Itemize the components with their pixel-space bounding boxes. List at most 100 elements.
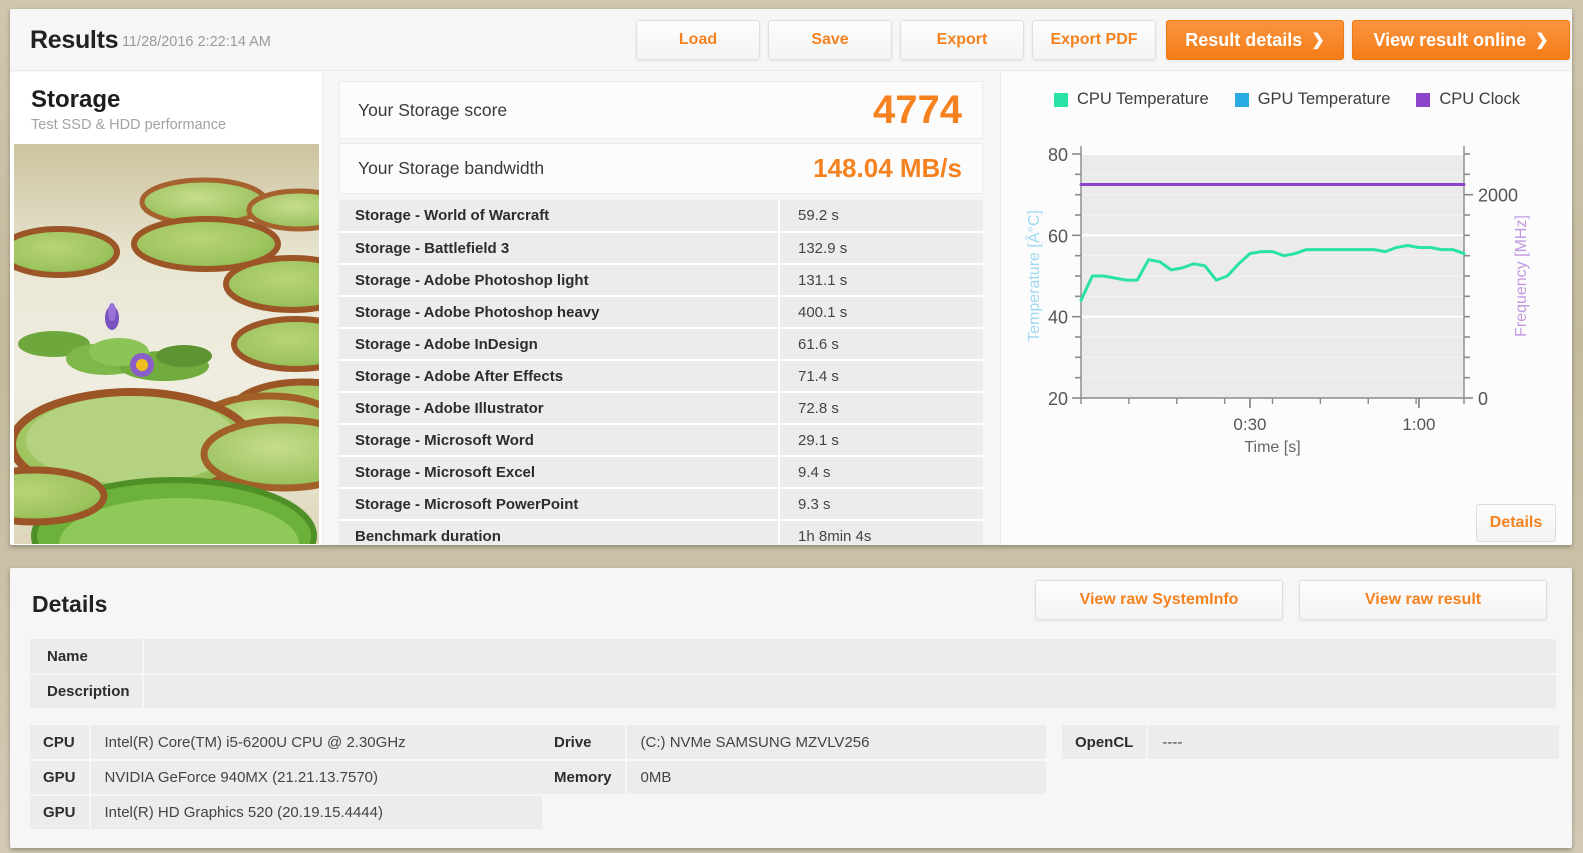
result-name-cell: Storage - Microsoft Word <box>339 424 779 457</box>
result-name-cell: Storage - World of Warcraft <box>339 200 779 233</box>
svg-text:1:00: 1:00 <box>1402 415 1435 434</box>
name-field[interactable] <box>142 639 1556 675</box>
system-key-cell: GPU <box>30 760 90 796</box>
view-result-online-button[interactable]: View result online ❯ <box>1352 20 1570 60</box>
load-button-label: Load <box>678 31 718 48</box>
export-button[interactable]: Export <box>900 20 1024 60</box>
legend-label: CPU Clock <box>1439 90 1521 108</box>
table-row: Name <box>30 639 1556 675</box>
svg-text:2000: 2000 <box>1478 186 1518 206</box>
system-value-cell: NVIDIA GeForce 940MX (21.21.13.7570) <box>88 760 542 796</box>
svg-text:0: 0 <box>1478 389 1488 409</box>
result-value-cell: 131.1 s <box>778 264 983 297</box>
results-timestamp: 11/28/2016 2:22:14 AM <box>122 34 271 50</box>
results-panel: Results 11/28/2016 2:22:14 AM Load Save … <box>10 9 1572 545</box>
result-value-cell: 59.2 s <box>778 200 983 233</box>
result-name-cell: Storage - Microsoft PowerPoint <box>339 488 779 521</box>
name-label: Name <box>30 639 143 675</box>
storage-score-value: 4774 <box>873 88 962 132</box>
system-key-cell: CPU <box>30 725 90 761</box>
details-title: Details <box>32 591 108 617</box>
legend-item[interactable]: CPU Clock <box>1416 90 1520 109</box>
table-row: Drive (C:) NVMe SAMSUNG MZVLV256 <box>541 725 1046 761</box>
table-row: OpenCL ---- <box>1062 725 1560 761</box>
export-button-label: Export <box>936 31 988 48</box>
system-key-cell: GPU <box>30 795 90 831</box>
system-key-cell: OpenCL <box>1062 725 1148 761</box>
save-button-label: Save <box>811 31 849 48</box>
chart-details-button-label: Details <box>1489 514 1543 531</box>
export-pdf-button[interactable]: Export PDF <box>1032 20 1156 60</box>
table-row: Storage - Battlefield 3 132.9 s <box>339 232 983 265</box>
system-value-cell: Intel(R) Core(TM) i5-6200U CPU @ 2.30GHz <box>88 725 542 761</box>
description-field[interactable] <box>142 674 1556 710</box>
page-title: Results <box>30 26 119 54</box>
svg-text:80: 80 <box>1048 145 1068 165</box>
load-button[interactable]: Load <box>636 20 760 60</box>
storage-bandwidth-row: Your Storage bandwidth 148.04 MB/s <box>339 143 983 194</box>
export-pdf-button-label: Export PDF <box>1050 31 1138 48</box>
table-row: GPU Intel(R) HD Graphics 520 (20.19.15.44… <box>30 795 542 831</box>
benchmark-thumbnail-image <box>14 144 319 544</box>
storage-score-row: Your Storage score 4774 <box>339 81 983 139</box>
monitoring-chart: 20 40 60 80 0 2000 0:30 1:00 Time [s] Temperature… <box>1024 145 1530 456</box>
table-row: CPU Intel(R) Core(TM) i5-6200U CPU @ 2.30… <box>30 725 542 761</box>
chevron-right-icon: ❯ <box>1535 32 1549 49</box>
svg-text:Temperature [Â°C]: Temperature [Â°C] <box>1024 210 1043 342</box>
result-value-cell: 1h 8min 4s <box>778 520 983 545</box>
result-name-cell: Storage - Microsoft Excel <box>339 456 779 489</box>
table-row: Storage - Microsoft Word 29.1 s <box>339 424 983 457</box>
chart-details-button[interactable]: Details <box>1476 504 1556 542</box>
storage-score-label: Your Storage score <box>358 99 508 120</box>
view-result-online-button-label: View result online <box>1373 29 1527 50</box>
benchmark-results-table: Storage - World of Warcraft 59.2 s Storage… <box>339 200 983 545</box>
table-row: Storage - Adobe Photoshop light 131.1 s <box>339 264 983 297</box>
svg-text:Time [s]: Time [s] <box>1244 439 1300 456</box>
table-row: Benchmark duration 1h 8min 4s <box>339 520 983 545</box>
monitoring-chart-panel: CPU Temperature GPU Temperature CPU Clock … <box>1000 72 1572 545</box>
table-row: Storage - Adobe InDesign 61.6 s <box>339 328 983 361</box>
view-raw-systeminfo-label: View raw SystemInfo <box>1079 591 1239 608</box>
results-header: Results 11/28/2016 2:22:14 AM Load Save … <box>10 9 1572 71</box>
result-value-cell: 9.3 s <box>778 488 983 521</box>
svg-text:40: 40 <box>1048 308 1068 328</box>
view-raw-result-label: View raw result <box>1364 591 1482 608</box>
legend-label: CPU Temperature <box>1076 90 1209 108</box>
result-value-cell: 72.8 s <box>778 392 983 425</box>
system-key-cell: Drive <box>541 725 626 761</box>
benchmark-name: Storage <box>31 86 121 113</box>
result-details-button-label: Result details <box>1185 29 1303 50</box>
system-value-cell: ---- <box>1146 725 1560 761</box>
legend-label: GPU Temperature <box>1257 90 1391 108</box>
result-value-cell: 61.6 s <box>778 328 983 361</box>
benchmark-subtitle: Test SSD & HDD performance <box>31 117 227 133</box>
save-button[interactable]: Save <box>768 20 892 60</box>
storage-bandwidth-label: Your Storage bandwidth <box>358 158 545 178</box>
table-row: GPU NVIDIA GeForce 940MX (21.21.13.7570) <box>30 760 542 796</box>
legend-item[interactable]: GPU Temperature <box>1234 90 1391 109</box>
chevron-right-icon: ❯ <box>1311 32 1325 49</box>
table-row: Storage - Microsoft PowerPoint 9.3 s <box>339 488 983 521</box>
result-details-button[interactable]: Result details ❯ <box>1166 20 1344 60</box>
table-row: Storage - Microsoft Excel 9.4 s <box>339 456 983 489</box>
result-value-cell: 132.9 s <box>778 232 983 265</box>
table-row: Storage - Adobe Illustrator 72.8 s <box>339 392 983 425</box>
table-row: Storage - World of Warcraft 59.2 s <box>339 200 983 233</box>
table-row: Storage - Adobe After Effects 71.4 s <box>339 360 983 393</box>
view-raw-result-button[interactable]: View raw result <box>1299 580 1547 620</box>
view-raw-systeminfo-button[interactable]: View raw SystemInfo <box>1035 580 1283 620</box>
system-info-cpu-gpu: CPU Intel(R) Core(TM) i5-6200U CPU @ 2.30… <box>30 725 542 831</box>
result-name-cell: Storage - Adobe Photoshop heavy <box>339 296 779 329</box>
storage-bandwidth-value: 148.04 MB/s <box>813 153 962 183</box>
result-name-cell: Storage - Adobe After Effects <box>339 360 779 393</box>
legend-swatch-icon <box>1053 92 1068 107</box>
table-row: Memory 0MB <box>541 760 1046 796</box>
result-name-cell: Storage - Adobe Illustrator <box>339 392 779 425</box>
result-value-cell: 29.1 s <box>778 424 983 457</box>
system-info-opencl: OpenCL ---- <box>1062 725 1560 761</box>
legend-item[interactable]: CPU Temperature <box>1053 90 1209 109</box>
details-panel: Details View raw SystemInfo View raw res… <box>10 568 1572 848</box>
name-description-table: Name Description <box>30 639 1556 710</box>
system-info-drive-memory: Drive (C:) NVMe SAMSUNG MZVLV256 Memory 0MB <box>541 725 1046 796</box>
result-name-cell: Storage - Adobe InDesign <box>339 328 779 361</box>
